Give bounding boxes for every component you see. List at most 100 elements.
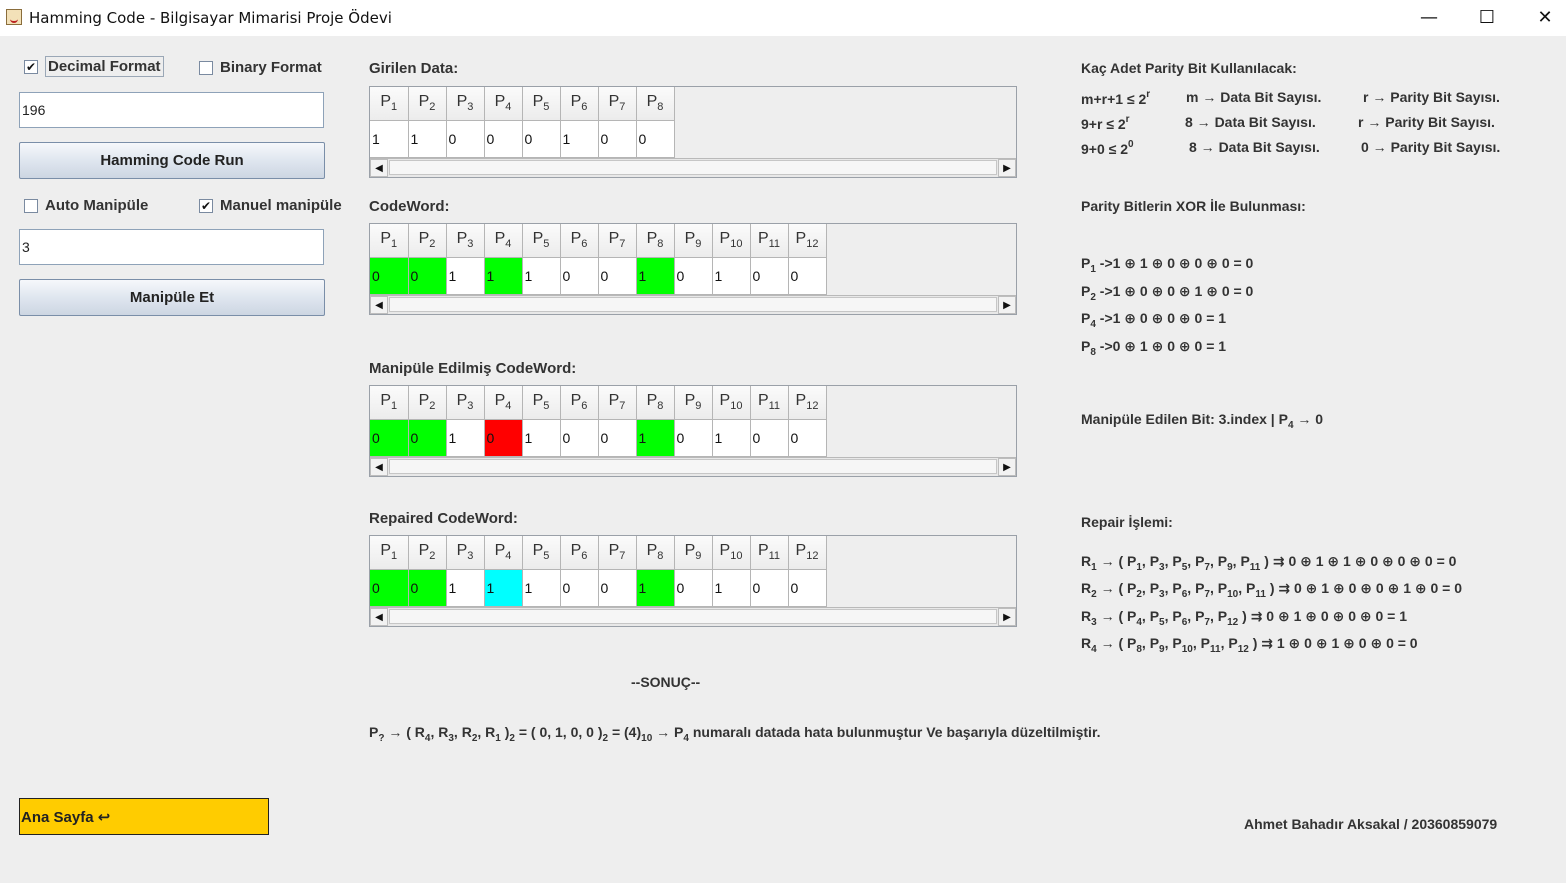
column-header-p2[interactable]: P2	[408, 536, 447, 570]
column-header-p12[interactable]: P12	[788, 224, 827, 258]
minimize-button[interactable]: —	[1400, 0, 1458, 34]
table-cell[interactable]: 1	[522, 569, 561, 607]
table-cell[interactable]: 1	[446, 419, 485, 457]
table-cell[interactable]: 1	[636, 257, 675, 295]
column-header-p10[interactable]: P10	[712, 224, 751, 258]
table-cell[interactable]: 1	[712, 569, 751, 607]
scroll-right-icon[interactable]: ▶	[998, 296, 1016, 314]
table-cell[interactable]: 0	[636, 120, 675, 158]
column-header-p3[interactable]: P3	[446, 224, 485, 258]
table-cell[interactable]: 0	[598, 257, 637, 295]
column-header-p2[interactable]: P2	[408, 386, 447, 420]
table-cell[interactable]: 1	[636, 419, 675, 457]
column-header-p3[interactable]: P3	[446, 87, 485, 121]
column-header-p7[interactable]: P7	[598, 87, 637, 121]
column-header-p7[interactable]: P7	[598, 224, 637, 258]
manipule-et-button[interactable]: Manipüle Et	[19, 279, 325, 316]
column-header-p5[interactable]: P5	[522, 386, 561, 420]
scroll-left-icon[interactable]: ◀	[370, 296, 388, 314]
table-cell[interactable]: 0	[674, 569, 713, 607]
table-cell[interactable]: 0	[598, 569, 637, 607]
binary-format-checkbox[interactable]: Binary Format	[199, 59, 322, 76]
close-button[interactable]: ✕	[1516, 0, 1566, 34]
column-header-p7[interactable]: P7	[598, 386, 637, 420]
repaired-codeword-table[interactable]: P1 P2 P3 P4 P5 P6 P7 P8 P9 P10 P11 P12 0 0 1 1 1 0 0 1 0 1 0 0 …	[369, 535, 1017, 627]
column-header-p3[interactable]: P3	[446, 386, 485, 420]
column-header-p4[interactable]: P4	[484, 386, 523, 420]
column-header-p11[interactable]: P11	[750, 386, 789, 420]
table-cell[interactable]: 0	[598, 419, 637, 457]
scroll-thumb[interactable]	[389, 297, 997, 312]
table-cell[interactable]: 0	[788, 569, 827, 607]
table-cell[interactable]: 0	[560, 569, 599, 607]
column-header-p11[interactable]: P11	[750, 536, 789, 570]
scroll-thumb[interactable]	[389, 459, 997, 474]
table-cell[interactable]: 0	[408, 569, 447, 607]
table-cell[interactable]: 0	[750, 569, 789, 607]
column-header-p8[interactable]: P8	[636, 224, 675, 258]
table-cell[interactable]: 0	[674, 419, 713, 457]
table-cell[interactable]: 0	[750, 257, 789, 295]
column-header-p11[interactable]: P11	[750, 224, 789, 258]
table-cell[interactable]: 0	[484, 120, 523, 158]
column-header-p6[interactable]: P6	[560, 386, 599, 420]
column-header-p4[interactable]: P4	[484, 87, 523, 121]
column-header-p6[interactable]: P6	[560, 536, 599, 570]
table-cell[interactable]: 1	[484, 569, 523, 607]
column-header-p10[interactable]: P10	[712, 536, 751, 570]
table-cell[interactable]: 0	[674, 257, 713, 295]
table-cell[interactable]: 1	[522, 419, 561, 457]
table-cell[interactable]: 1	[370, 120, 409, 158]
column-header-p4[interactable]: P4	[484, 224, 523, 258]
horizontal-scrollbar[interactable]: ◀ ▶	[370, 457, 1016, 476]
column-header-p1[interactable]: P1	[370, 87, 409, 121]
table-cell[interactable]: 0	[522, 120, 561, 158]
decimal-format-checkbox[interactable]: ✔ Decimal Format	[24, 56, 164, 77]
column-header-p10[interactable]: P10	[712, 386, 751, 420]
table-cell[interactable]: 1	[712, 257, 751, 295]
scroll-right-icon[interactable]: ▶	[998, 159, 1016, 177]
column-header-p1[interactable]: P1	[370, 536, 409, 570]
codeword-table[interactable]: P1 P2 P3 P4 P5 P6 P7 P8 P9 P10 P11 P12 0 0 1 1 1 0 0 1 0 1 0 0 …	[369, 223, 1017, 315]
table-cell[interactable]: 1	[636, 569, 675, 607]
table-cell[interactable]: 1	[408, 120, 447, 158]
table-cell[interactable]: 0	[750, 419, 789, 457]
column-header-p12[interactable]: P12	[788, 536, 827, 570]
girilen-data-table[interactable]: P1 P2 P3 P4 P5 P6 P7 P8 1 1 0 0 0 1 0 0 ◀ ▶	[369, 86, 1017, 178]
table-cell[interactable]: 1	[560, 120, 599, 158]
column-header-p2[interactable]: P2	[408, 87, 447, 121]
table-cell[interactable]: 1	[484, 257, 523, 295]
horizontal-scrollbar[interactable]: ◀ ▶	[370, 158, 1016, 177]
scroll-right-icon[interactable]: ▶	[998, 458, 1016, 476]
table-cell[interactable]: 1	[446, 569, 485, 607]
checkbox-auto-box[interactable]	[24, 198, 38, 213]
ana-sayfa-button[interactable]: Ana Sayfa ↩	[19, 798, 269, 835]
column-header-p9[interactable]: P9	[674, 386, 713, 420]
column-header-p3[interactable]: P3	[446, 536, 485, 570]
column-header-p5[interactable]: P5	[522, 536, 561, 570]
table-cell[interactable]: 0	[370, 257, 409, 295]
manipulated-codeword-table[interactable]: P1 P2 P3 P4 P5 P6 P7 P8 P9 P10 P11 P12 0 0 1 0 1 0 0 1 0 1 0 0 …	[369, 385, 1017, 477]
horizontal-scrollbar[interactable]: ◀ ▶	[370, 607, 1016, 626]
table-cell[interactable]: 0	[598, 120, 637, 158]
column-header-p5[interactable]: P5	[522, 87, 561, 121]
scroll-right-icon[interactable]: ▶	[998, 608, 1016, 626]
horizontal-scrollbar[interactable]: ◀ ▶	[370, 295, 1016, 314]
table-cell[interactable]: 0	[408, 419, 447, 457]
number-input[interactable]: 196	[19, 92, 324, 128]
column-header-p9[interactable]: P9	[674, 536, 713, 570]
scroll-thumb[interactable]	[389, 160, 997, 175]
table-cell[interactable]: 0	[408, 257, 447, 295]
table-cell[interactable]: 1	[712, 419, 751, 457]
table-cell[interactable]: 0	[788, 419, 827, 457]
column-header-p6[interactable]: P6	[560, 224, 599, 258]
checkbox-manuel-box[interactable]: ✔	[199, 198, 213, 213]
column-header-p7[interactable]: P7	[598, 536, 637, 570]
auto-manipule-checkbox[interactable]: Auto Manipüle	[24, 197, 148, 214]
manipule-index-input[interactable]: 3	[19, 229, 324, 265]
column-header-p9[interactable]: P9	[674, 224, 713, 258]
table-cell[interactable]: 0	[446, 120, 485, 158]
manuel-manipule-checkbox[interactable]: ✔ Manuel manipüle	[199, 197, 342, 214]
table-cell[interactable]: 0	[484, 419, 523, 457]
column-header-p8[interactable]: P8	[636, 87, 675, 121]
